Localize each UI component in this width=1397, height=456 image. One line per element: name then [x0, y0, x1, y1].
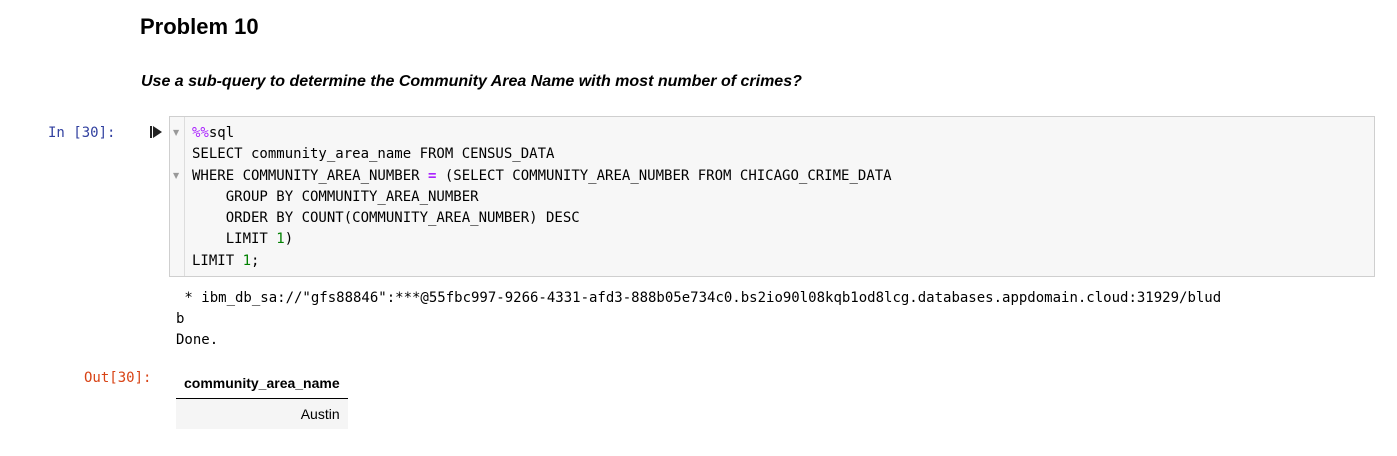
code-line-3-part: WHERE COMMUNITY_AREA_NUMBER [192, 167, 429, 184]
table-row: Austin [176, 398, 348, 429]
table-header-row: community_area_name [176, 368, 348, 399]
table-cell: Austin [176, 398, 348, 429]
code-cell-input[interactable]: ▼ ▼ %%sql SELECT community_area_name FRO… [169, 116, 1375, 277]
output-prompt: Out[30]: [84, 370, 152, 386]
code-line-2: SELECT community_area_name FROM CENSUS_D… [192, 146, 555, 163]
result-table: community_area_name Austin [176, 368, 348, 429]
number-literal: 1 [242, 252, 252, 269]
code-line-6-part: ) [284, 231, 294, 248]
code-line-7-part: ; [251, 252, 260, 269]
cell-stdout: * ibm_db_sa://"gfs88846":***@55fbc997-92… [176, 288, 1221, 351]
code-line-1: sql [208, 125, 235, 141]
cell-magic: %% [192, 125, 209, 141]
code-line-7-part: LIMIT [192, 252, 243, 269]
problem-heading: Problem 10 [140, 14, 259, 39]
code-line-4: GROUP BY COMMUNITY_AREA_NUMBER [192, 188, 479, 205]
stdout-connection-wrap: b [176, 311, 185, 327]
fold-arrow-icon[interactable]: ▼ [173, 128, 179, 138]
code-line-5: ORDER BY COUNT(COMMUNITY_AREA_NUMBER) DE… [192, 210, 580, 227]
run-cell-icon[interactable] [149, 125, 163, 139]
fold-gutter: ▼ ▼ [170, 117, 185, 276]
number-literal: 1 [276, 231, 285, 248]
stdout-done: Done. [176, 332, 219, 348]
input-prompt: In [30]: [48, 125, 116, 141]
stdout-connection: * ibm_db_sa://"gfs88846":***@55fbc997-92… [176, 290, 1222, 306]
problem-question: Use a sub-query to determine the Communi… [141, 73, 802, 90]
fold-arrow-icon[interactable]: ▼ [173, 171, 179, 181]
column-header: community_area_name [176, 368, 348, 399]
code-editor[interactable]: %%sql SELECT community_area_name FROM CE… [192, 123, 892, 272]
code-line-6-part: LIMIT [192, 231, 277, 248]
code-line-3-part: (SELECT COMMUNITY_AREA_NUMBER FROM CHICA… [436, 167, 892, 184]
